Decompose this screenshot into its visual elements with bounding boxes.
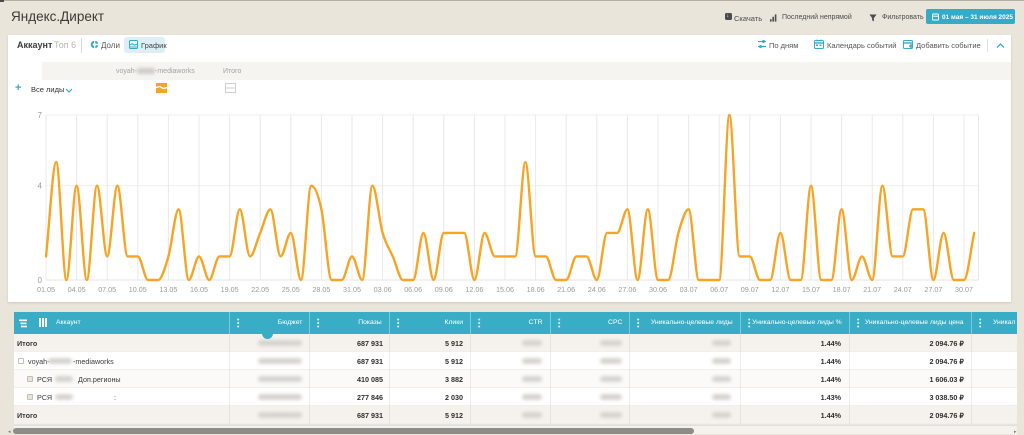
- svg-text:30.07: 30.07: [955, 285, 973, 294]
- svg-text:21.06: 21.06: [557, 285, 575, 294]
- svg-text:27.06: 27.06: [618, 285, 636, 294]
- svg-text:25.05: 25.05: [282, 285, 300, 294]
- svg-text:09.07: 09.07: [741, 285, 759, 294]
- svg-text:07.05: 07.05: [98, 285, 116, 294]
- svg-text:4: 4: [38, 182, 43, 191]
- svg-text:12.07: 12.07: [771, 285, 789, 294]
- svg-text:04.05: 04.05: [68, 285, 86, 294]
- svg-text:09.06: 09.06: [435, 285, 453, 294]
- svg-text:03.06: 03.06: [374, 285, 392, 294]
- svg-text:15.07: 15.07: [802, 285, 820, 294]
- svg-text:22.05: 22.05: [251, 285, 269, 294]
- svg-text:06.07: 06.07: [710, 285, 728, 294]
- svg-text:12.06: 12.06: [465, 285, 483, 294]
- svg-text:31.05: 31.05: [343, 285, 361, 294]
- svg-text:28.05: 28.05: [312, 285, 330, 294]
- svg-text:19.05: 19.05: [221, 285, 239, 294]
- svg-text:10.05: 10.05: [129, 285, 147, 294]
- svg-text:21.07: 21.07: [863, 285, 881, 294]
- svg-text:13.05: 13.05: [159, 285, 177, 294]
- svg-text:06.06: 06.06: [404, 285, 422, 294]
- svg-text:7: 7: [38, 111, 43, 120]
- svg-text:01.05: 01.05: [37, 285, 55, 294]
- svg-text:03.07: 03.07: [680, 285, 698, 294]
- svg-text:24.07: 24.07: [894, 285, 912, 294]
- svg-text:0: 0: [38, 276, 43, 285]
- svg-text:15.06: 15.06: [496, 285, 514, 294]
- svg-text:30.06: 30.06: [649, 285, 667, 294]
- svg-text:27.07: 27.07: [924, 285, 942, 294]
- svg-text:16.05: 16.05: [190, 285, 208, 294]
- svg-text:24.06: 24.06: [588, 285, 606, 294]
- svg-text:18.07: 18.07: [833, 285, 851, 294]
- svg-text:18.06: 18.06: [527, 285, 545, 294]
